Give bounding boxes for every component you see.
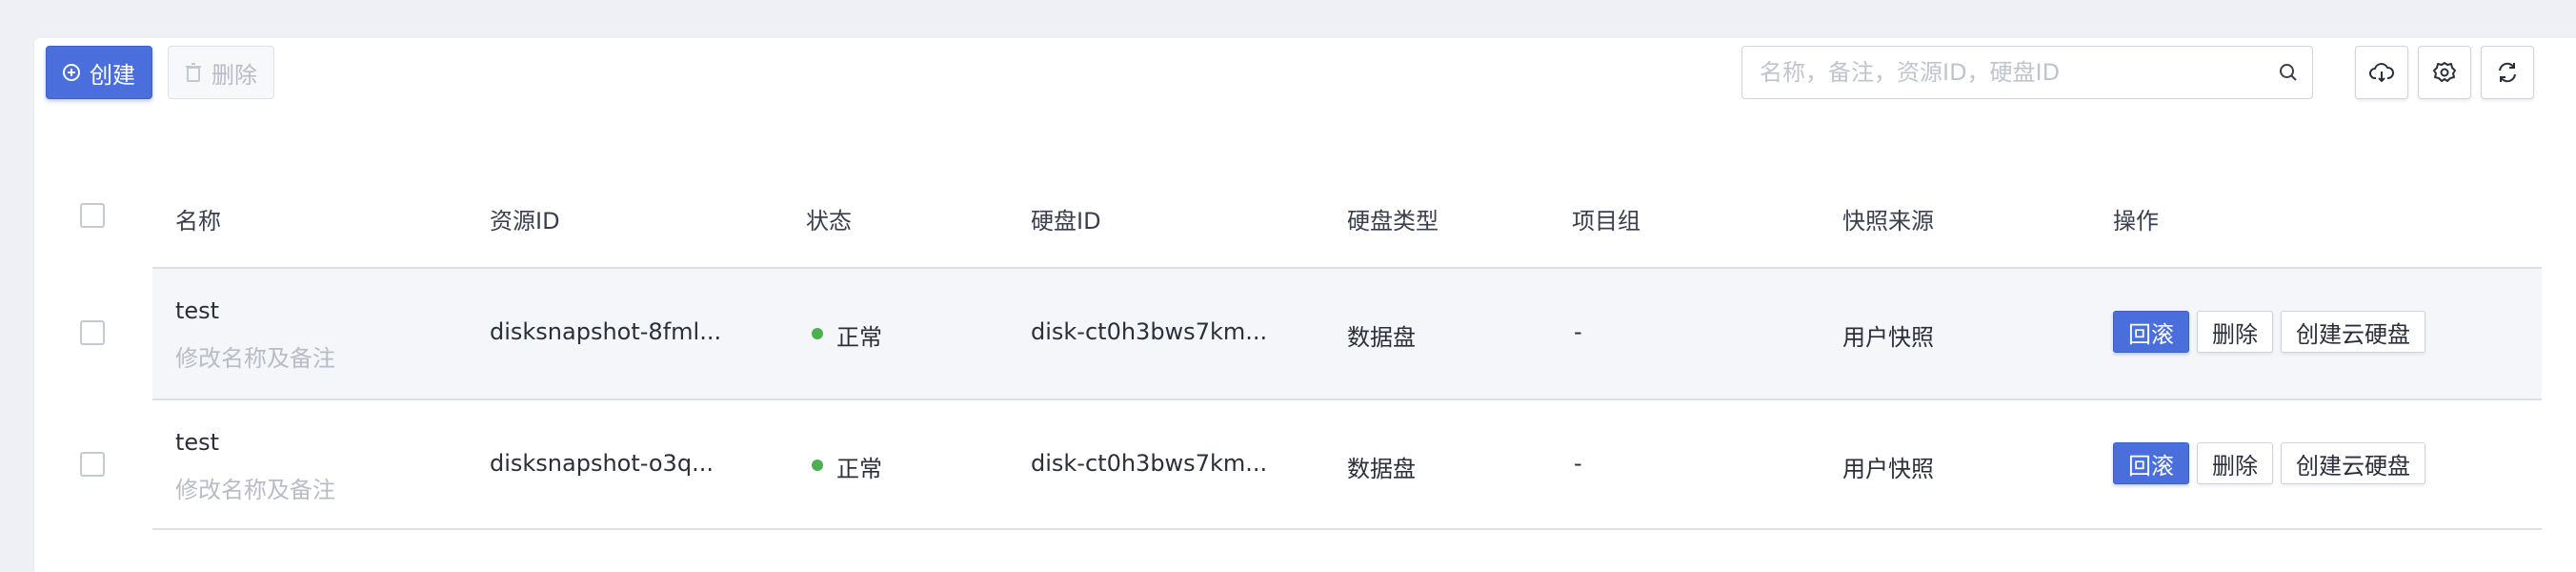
settings-button[interactable]	[2418, 46, 2471, 99]
header-actions: 操作	[2113, 208, 2159, 235]
header-disk-id[interactable]: 硬盘ID	[1031, 202, 1101, 235]
status-text: 正常	[836, 456, 882, 482]
refresh-button[interactable]	[2481, 46, 2534, 99]
row-delete-button[interactable]: 删除	[2197, 311, 2273, 353]
status-dot-icon	[812, 328, 823, 339]
disk-id[interactable]: disk-ct0h3bws7km...	[1031, 318, 1267, 345]
row-delete-button[interactable]: 删除	[2197, 442, 2273, 484]
rollback-button[interactable]: 回滚	[2113, 311, 2189, 353]
header-disk-type[interactable]: 硬盘类型	[1347, 202, 1439, 235]
project-group: -	[1574, 450, 1582, 477]
resource-id[interactable]: disksnapshot-8fml...	[490, 318, 721, 345]
disk-type: 数据盘	[1347, 456, 1416, 482]
trash-icon	[186, 63, 201, 82]
cloud-download-icon	[2369, 63, 2394, 83]
plus-circle-icon	[63, 64, 80, 81]
rollback-button[interactable]: 回滚	[2113, 442, 2189, 484]
create-cloud-disk-button[interactable]: 创建云硬盘	[2281, 442, 2425, 484]
status-dot-icon	[812, 460, 823, 471]
create-cloud-disk-button[interactable]: 创建云硬盘	[2281, 311, 2425, 353]
status-text: 正常	[836, 324, 882, 351]
resource-id[interactable]: disksnapshot-o3q...	[490, 450, 714, 477]
refresh-icon	[2499, 62, 2516, 83]
header-snapshot-source[interactable]: 快照来源	[1842, 202, 1934, 235]
disk-type: 数据盘	[1347, 324, 1416, 351]
gear-icon	[2433, 62, 2456, 82]
select-all-checkbox[interactable]	[80, 203, 105, 228]
delete-button-label: 删除	[211, 61, 257, 89]
snapshot-source: 用户快照	[1842, 456, 1934, 482]
snapshot-name[interactable]: test	[175, 429, 219, 456]
snapshot-source: 用户快照	[1842, 324, 1934, 351]
create-button-label: 创建	[90, 61, 135, 89]
search-icon[interactable]	[2278, 62, 2299, 83]
header-name[interactable]: 名称	[175, 202, 221, 235]
delete-button[interactable]: 删除	[168, 46, 274, 99]
disk-id[interactable]: disk-ct0h3bws7km...	[1031, 450, 1267, 477]
row-checkbox[interactable]	[80, 320, 105, 345]
search-input[interactable]	[1758, 47, 2257, 98]
row-checkbox[interactable]	[80, 452, 105, 477]
download-button[interactable]	[2355, 46, 2408, 99]
header-project[interactable]: 项目组	[1572, 202, 1640, 235]
search-box	[1741, 46, 2313, 99]
header-status[interactable]: 状态	[806, 202, 852, 235]
edit-name-link[interactable]: 修改名称及备注	[175, 339, 335, 373]
project-group: -	[1574, 318, 1582, 345]
edit-name-link[interactable]: 修改名称及备注	[175, 471, 335, 504]
header-resource-id[interactable]: 资源ID	[490, 202, 560, 235]
snapshot-name[interactable]: test	[175, 297, 219, 324]
create-button[interactable]: 创建	[46, 46, 152, 99]
